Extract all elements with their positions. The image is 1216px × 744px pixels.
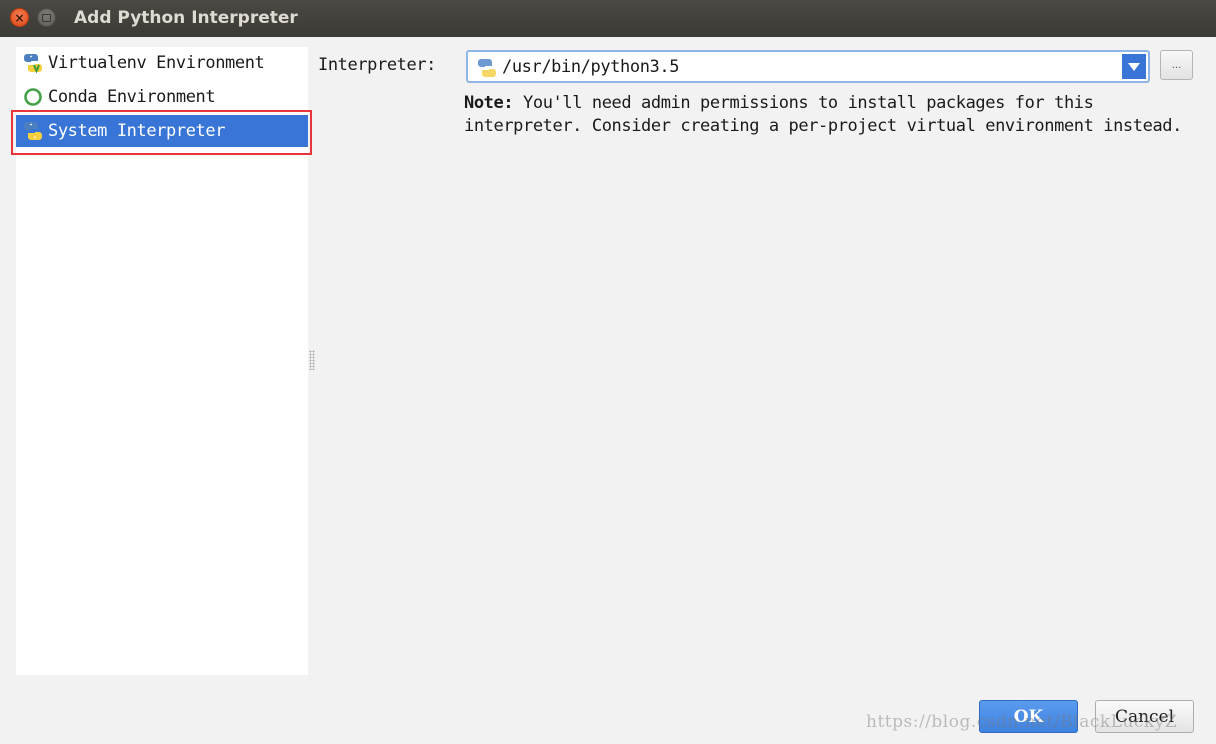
conda-ring-icon (23, 87, 43, 107)
maximize-window-button[interactable] (37, 8, 56, 27)
title-bar: × Add Python Interpreter (0, 0, 1216, 37)
interpreter-dropdown[interactable]: /usr/bin/python3.5 (466, 50, 1150, 83)
sidebar-item-virtualenv[interactable]: Virtualenv Environment (16, 47, 308, 79)
note-heading: Note: (464, 93, 514, 113)
python-virtualenv-icon (23, 53, 43, 73)
watermark-text: https://blog.csdn.net/BlackLuckyZ (866, 712, 1178, 732)
admin-permission-note: Note: You'll need admin permissions to i… (464, 92, 1194, 137)
maximize-icon (42, 13, 51, 22)
window-title: Add Python Interpreter (74, 8, 298, 28)
highlight-annotation-box (11, 110, 312, 155)
close-icon: × (14, 10, 25, 25)
sidebar-item-label: Virtualenv Environment (48, 53, 265, 73)
panel-splitter-handle[interactable] (309, 350, 315, 370)
close-window-button[interactable]: × (10, 8, 29, 27)
chevron-down-icon (1128, 62, 1140, 71)
dropdown-arrow-button[interactable] (1122, 54, 1146, 79)
sidebar-item-label: Conda Environment (48, 87, 216, 107)
note-text: You'll need admin permissions to install… (464, 93, 1182, 136)
interpreter-path-value: /usr/bin/python3.5 (502, 57, 680, 77)
interpreter-label: Interpreter: (318, 55, 437, 75)
python-icon (477, 58, 497, 78)
sidebar-item-conda[interactable]: Conda Environment (16, 81, 308, 113)
browse-interpreter-button[interactable]: ... (1160, 50, 1193, 80)
